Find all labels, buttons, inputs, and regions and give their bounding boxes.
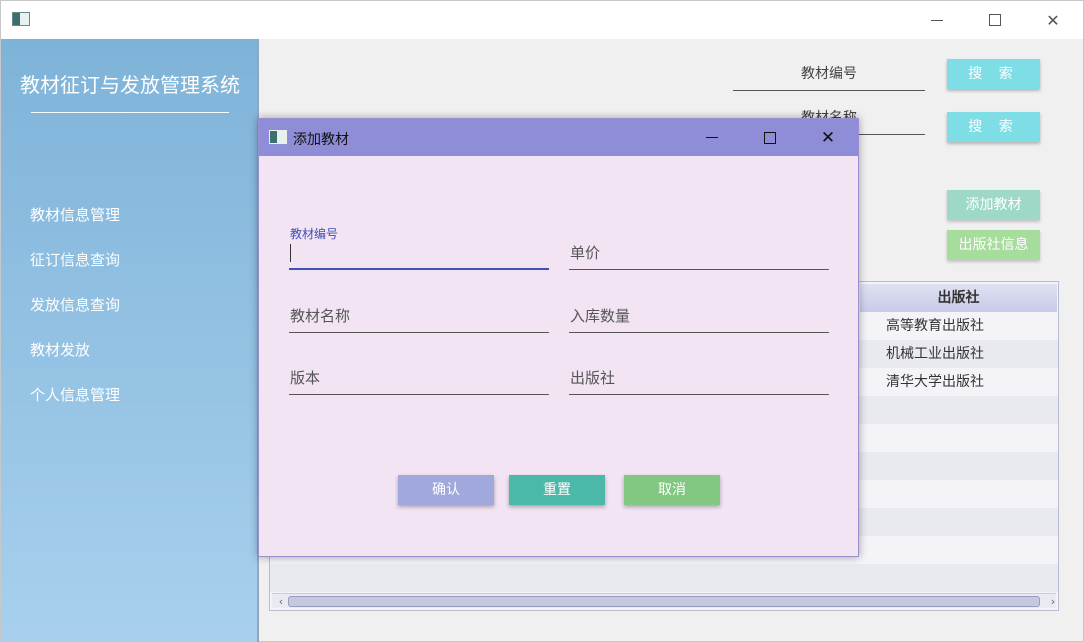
table-cell-publisher: 机械工业出版社 (886, 346, 984, 362)
publisher-placeholder: 出版社 (570, 369, 616, 387)
dialog-app-icon (269, 130, 287, 144)
textbook-code-input[interactable] (289, 230, 549, 270)
price-placeholder: 单价 (570, 244, 601, 262)
close-button[interactable]: ✕ (1024, 1, 1082, 39)
sidebar: 教材征订与发放管理系统 教材信息管理 征订信息查询 发放信息查询 教材发放 个人… (1, 39, 259, 642)
table-cell-publisher: 高等教育出版社 (886, 318, 984, 334)
textbook-name-input[interactable]: 教材名称 (289, 293, 549, 333)
dialog-close-button[interactable]: ✕ (799, 119, 857, 156)
app-icon (12, 12, 30, 26)
sidebar-item-distribution-query[interactable]: 发放信息查询 (30, 294, 120, 315)
sidebar-item-distribute[interactable]: 教材发放 (30, 339, 90, 360)
dialog-title: 添加教材 (293, 132, 349, 148)
minimize-icon (931, 19, 943, 21)
table-cell-publisher: 清华大学出版社 (886, 374, 984, 390)
price-input[interactable]: 单价 (569, 230, 829, 270)
name-placeholder: 教材名称 (290, 307, 351, 325)
search-button-1[interactable]: 搜 索 (947, 59, 1040, 89)
publisher-info-button[interactable]: 出版社信息 (947, 230, 1040, 260)
dialog-titlebar: 添加教材 ✕ (259, 119, 858, 156)
system-title: 教材征订与发放管理系统 (20, 73, 240, 97)
text-cursor (290, 244, 291, 262)
stock-quantity-input[interactable]: 入库数量 (569, 293, 829, 333)
cancel-button[interactable]: 取消 (624, 475, 720, 505)
add-textbook-dialog: 添加教材 ✕ 教材编号 单价 教材名称 入库数量 版本 出版社 确认 重置 取消 (258, 118, 859, 557)
sidebar-item-textbook-info[interactable]: 教材信息管理 (30, 204, 120, 225)
scrollbar-thumb[interactable] (288, 596, 1040, 607)
scroll-right-icon[interactable]: › (1046, 594, 1058, 609)
close-icon: ✕ (820, 127, 836, 148)
dialog-minimize-button[interactable] (683, 119, 741, 156)
reset-button[interactable]: 重置 (509, 475, 605, 505)
publisher-input[interactable]: 出版社 (569, 355, 829, 395)
table-row-empty (270, 564, 1058, 592)
edition-input[interactable]: 版本 (289, 355, 549, 395)
column-header-publisher[interactable]: 出版社 (860, 284, 1057, 312)
title-divider (31, 112, 229, 113)
edition-placeholder: 版本 (290, 369, 321, 387)
minimize-icon (706, 137, 718, 138)
window-titlebar: ✕ (1, 1, 1083, 39)
maximize-icon (764, 131, 776, 144)
close-icon: ✕ (1046, 10, 1060, 30)
search-code-field[interactable]: 教材编号 (733, 63, 925, 91)
search-button-2[interactable]: 搜 索 (947, 112, 1040, 142)
maximize-button[interactable] (966, 1, 1024, 39)
maximize-icon (989, 14, 1001, 26)
minimize-button[interactable] (908, 1, 966, 39)
stock-placeholder: 入库数量 (570, 307, 631, 325)
sidebar-item-personal-info[interactable]: 个人信息管理 (30, 384, 120, 405)
sidebar-item-order-query[interactable]: 征订信息查询 (30, 249, 120, 270)
confirm-button[interactable]: 确认 (398, 475, 494, 505)
horizontal-scrollbar[interactable]: ‹ › (272, 593, 1056, 608)
scroll-left-icon[interactable]: ‹ (274, 594, 288, 609)
add-textbook-button[interactable]: 添加教材 (947, 190, 1040, 220)
dialog-maximize-button[interactable] (741, 119, 799, 156)
